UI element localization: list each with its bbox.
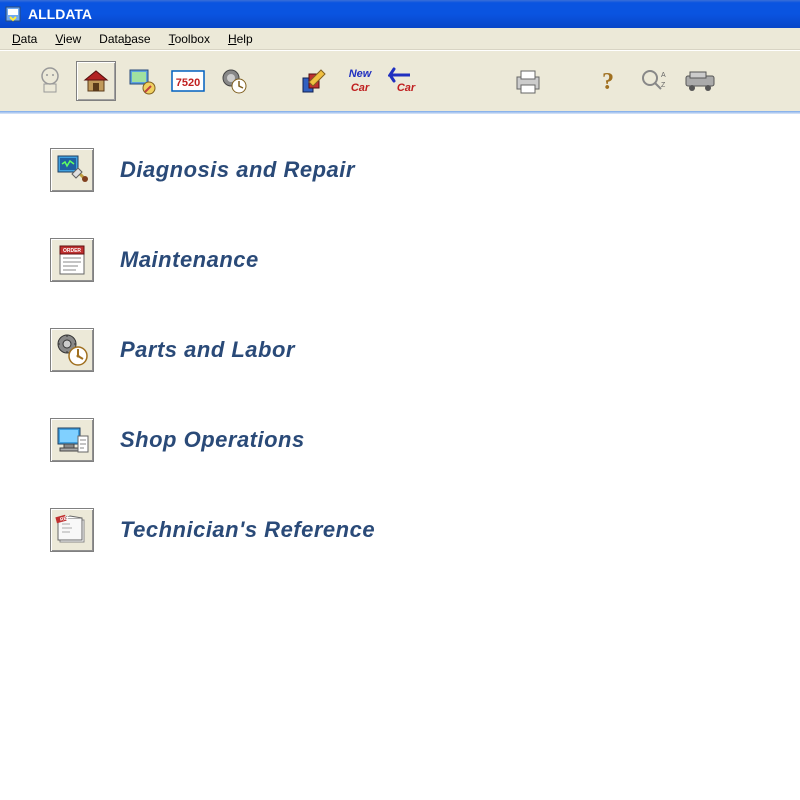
svg-text:?: ?	[602, 69, 614, 95]
home-icon[interactable]	[76, 61, 116, 101]
nav-label: Parts and Labor	[120, 337, 295, 363]
nav-technician-reference[interactable]: REF Technician's Reference	[50, 508, 750, 552]
vehicle-icon[interactable]	[680, 61, 720, 101]
menu-database[interactable]: Database	[91, 30, 158, 48]
computer-head-icon[interactable]	[30, 61, 70, 101]
menu-view[interactable]: View	[47, 30, 89, 48]
nav-label: Shop Operations	[120, 427, 305, 453]
nav-label: Maintenance	[120, 247, 259, 273]
menu-toolbox[interactable]: Toolbox	[161, 30, 218, 48]
books-pencil-icon[interactable]	[294, 61, 334, 101]
parts-labor-clock-icon	[50, 328, 94, 372]
print-icon[interactable]	[508, 61, 548, 101]
app-icon	[4, 5, 22, 23]
svg-text:Z: Z	[661, 82, 666, 89]
svg-text:ORDER: ORDER	[63, 248, 81, 254]
window-title: ALLDATA	[28, 6, 92, 22]
main-content: Diagnosis and Repair ORDER Maintenance P…	[0, 112, 800, 634]
svg-text:Car: Car	[351, 82, 370, 94]
gear-clock-icon[interactable]	[214, 61, 254, 101]
maintenance-order-icon: ORDER	[50, 238, 94, 282]
shop-operations-icon	[50, 418, 94, 462]
menu-data[interactable]: Data	[4, 30, 45, 48]
nav-shop-operations[interactable]: Shop Operations	[50, 418, 750, 462]
nav-label: Technician's Reference	[120, 517, 375, 543]
toolbar: 7520 New Car Car ? AZ	[0, 50, 800, 112]
search-az-icon[interactable]: AZ	[634, 61, 674, 101]
title-bar: ALLDATA	[0, 0, 800, 28]
diagnosis-repair-icon	[50, 148, 94, 192]
nav-list: Diagnosis and Repair ORDER Maintenance P…	[50, 148, 750, 552]
svg-text:New: New	[349, 68, 373, 80]
svg-text:7520: 7520	[176, 77, 200, 89]
back-car-icon[interactable]: Car	[386, 61, 426, 101]
help-question-icon[interactable]: ?	[588, 61, 628, 101]
reference-book-icon: REF	[50, 508, 94, 552]
nav-parts-labor[interactable]: Parts and Labor	[50, 328, 750, 372]
svg-text:Car: Car	[397, 82, 416, 94]
new-car-icon[interactable]: New Car	[340, 61, 380, 101]
nav-label: Diagnosis and Repair	[120, 157, 355, 183]
menu-bar: Data View Database Toolbox Help	[0, 28, 800, 50]
tsb-7520-icon[interactable]: 7520	[168, 61, 208, 101]
svg-text:A: A	[661, 72, 666, 79]
nav-diagnosis-repair[interactable]: Diagnosis and Repair	[50, 148, 750, 192]
nav-maintenance[interactable]: ORDER Maintenance	[50, 238, 750, 282]
menu-help[interactable]: Help	[220, 30, 261, 48]
database-globe-icon[interactable]	[122, 61, 162, 101]
